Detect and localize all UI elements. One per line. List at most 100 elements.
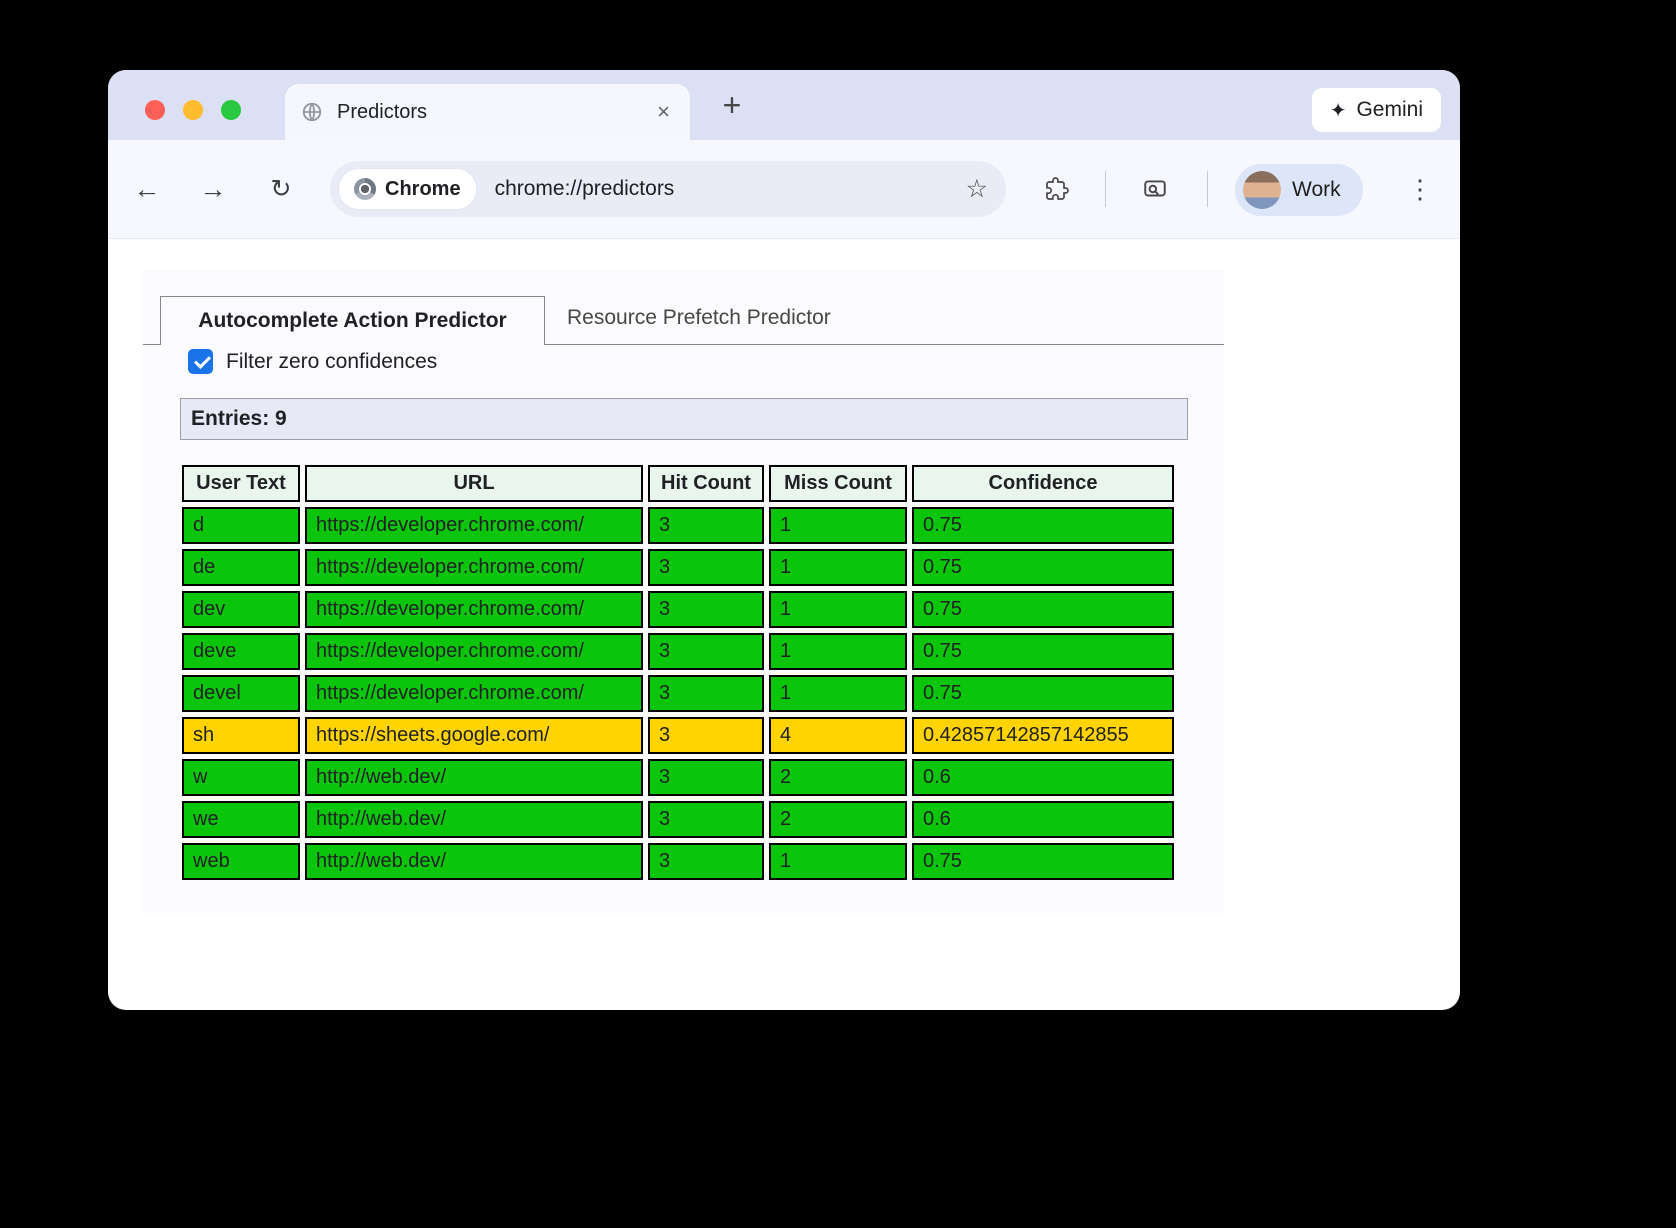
chrome-badge: Chrome [338, 168, 477, 210]
tab-strip: Predictors × + ✦ Gemini [108, 70, 1460, 140]
table-row: develhttps://developer.chrome.com/310.75 [182, 675, 1174, 712]
profile-chip[interactable]: Work [1235, 164, 1363, 216]
table-header-row: User TextURLHit CountMiss CountConfidenc… [182, 465, 1174, 502]
cell-confidence: 0.75 [912, 633, 1174, 670]
column-header: Miss Count [769, 465, 907, 502]
table-row: wehttp://web.dev/320.6 [182, 801, 1174, 838]
profile-name: Work [1292, 178, 1341, 202]
cell-confidence: 0.6 [912, 759, 1174, 796]
browser-window: Predictors × + ✦ Gemini ← → ↻ Chrome chr… [108, 70, 1460, 1010]
table-row: whttp://web.dev/320.6 [182, 759, 1174, 796]
table-row: devehttps://developer.chrome.com/310.75 [182, 633, 1174, 670]
cell-url: http://web.dev/ [305, 759, 643, 796]
toolbar-divider [1207, 171, 1208, 207]
screen-search-icon [1142, 176, 1168, 202]
zoom-window-button[interactable] [221, 100, 241, 120]
tab-autocomplete-action-predictor[interactable]: Autocomplete Action Predictor [160, 296, 545, 345]
cell-url: https://developer.chrome.com/ [305, 549, 643, 586]
table-row: dehttps://developer.chrome.com/310.75 [182, 549, 1174, 586]
reload-icon: ↻ [271, 174, 292, 204]
table-row: dhttps://developer.chrome.com/310.75 [182, 507, 1174, 544]
close-window-button[interactable] [145, 100, 165, 120]
cell-hit: 3 [648, 801, 764, 838]
predictors-table: User TextURLHit CountMiss CountConfidenc… [177, 460, 1179, 885]
cell-confidence: 0.75 [912, 591, 1174, 628]
tab-close-icon[interactable]: × [653, 99, 674, 125]
table-row: shhttps://sheets.google.com/340.42857142… [182, 717, 1174, 754]
column-header: Hit Count [648, 465, 764, 502]
cell-url: https://developer.chrome.com/ [305, 675, 643, 712]
page-content: Autocomplete Action Predictor Resource P… [143, 270, 1224, 913]
cell-user_text: devel [182, 675, 300, 712]
entries-count-box: Entries: 9 [180, 398, 1188, 440]
cell-url: http://web.dev/ [305, 843, 643, 880]
cell-user_text: we [182, 801, 300, 838]
filter-checkbox-label[interactable]: Filter zero confidences [226, 350, 437, 374]
window-controls [145, 100, 241, 120]
cell-hit: 3 [648, 759, 764, 796]
cell-hit: 3 [648, 507, 764, 544]
cell-hit: 3 [648, 717, 764, 754]
cell-user_text: de [182, 549, 300, 586]
cell-user_text: d [182, 507, 300, 544]
column-header: URL [305, 465, 643, 502]
cell-confidence: 0.75 [912, 549, 1174, 586]
bookmark-star-icon[interactable]: ☆ [966, 174, 988, 204]
cell-url: https://developer.chrome.com/ [305, 507, 643, 544]
browser-menu-button[interactable]: ⋮ [1398, 167, 1442, 211]
filter-row: Filter zero confidences [188, 349, 437, 374]
cell-confidence: 0.6 [912, 801, 1174, 838]
filter-zero-confidences-checkbox[interactable] [188, 349, 213, 374]
extensions-button[interactable] [1035, 167, 1079, 211]
tab-title: Predictors [337, 101, 653, 124]
cell-miss: 1 [769, 591, 907, 628]
reload-button[interactable]: ↻ [259, 167, 303, 211]
cell-user_text: web [182, 843, 300, 880]
tab-resource-prefetch-predictor[interactable]: Resource Prefetch Predictor [567, 306, 831, 330]
gemini-button[interactable]: ✦ Gemini [1312, 88, 1441, 132]
cell-url: https://developer.chrome.com/ [305, 633, 643, 670]
cell-user_text: dev [182, 591, 300, 628]
back-button[interactable]: ← [125, 167, 169, 211]
cell-miss: 2 [769, 759, 907, 796]
puzzle-icon [1045, 177, 1069, 201]
column-header: User Text [182, 465, 300, 502]
cell-hit: 3 [648, 675, 764, 712]
globe-favicon-icon [301, 101, 323, 123]
cell-user_text: w [182, 759, 300, 796]
screen-search-button[interactable] [1133, 167, 1177, 211]
cell-user_text: deve [182, 633, 300, 670]
cell-miss: 1 [769, 675, 907, 712]
cell-url: https://sheets.google.com/ [305, 717, 643, 754]
cell-miss: 4 [769, 717, 907, 754]
gemini-label: Gemini [1356, 98, 1423, 122]
gemini-sparkle-icon: ✦ [1330, 98, 1347, 123]
three-dot-menu-icon: ⋮ [1407, 174, 1433, 205]
forward-button[interactable]: → [191, 167, 235, 211]
new-tab-button[interactable]: + [710, 70, 754, 140]
cell-confidence: 0.75 [912, 507, 1174, 544]
cell-miss: 1 [769, 633, 907, 670]
minimize-window-button[interactable] [183, 100, 203, 120]
cell-hit: 3 [648, 633, 764, 670]
chrome-badge-label: Chrome [385, 178, 461, 201]
browser-toolbar: ← → ↻ Chrome chrome://predictors ☆ [108, 140, 1460, 239]
cell-miss: 1 [769, 549, 907, 586]
cell-user_text: sh [182, 717, 300, 754]
back-icon: ← [134, 174, 161, 205]
url-text[interactable]: chrome://predictors [495, 177, 675, 201]
cell-hit: 3 [648, 591, 764, 628]
cell-miss: 1 [769, 507, 907, 544]
browser-tab-predictors[interactable]: Predictors × [285, 84, 690, 140]
cell-miss: 1 [769, 843, 907, 880]
profile-avatar [1243, 171, 1281, 209]
table-row: webhttp://web.dev/310.75 [182, 843, 1174, 880]
cell-confidence: 0.42857142857142855 [912, 717, 1174, 754]
table-row: devhttps://developer.chrome.com/310.75 [182, 591, 1174, 628]
cell-confidence: 0.75 [912, 843, 1174, 880]
cell-url: https://developer.chrome.com/ [305, 591, 643, 628]
address-bar[interactable]: Chrome chrome://predictors ☆ [330, 161, 1006, 217]
cell-miss: 2 [769, 801, 907, 838]
forward-icon: → [200, 174, 227, 205]
chrome-logo-icon [354, 178, 376, 200]
